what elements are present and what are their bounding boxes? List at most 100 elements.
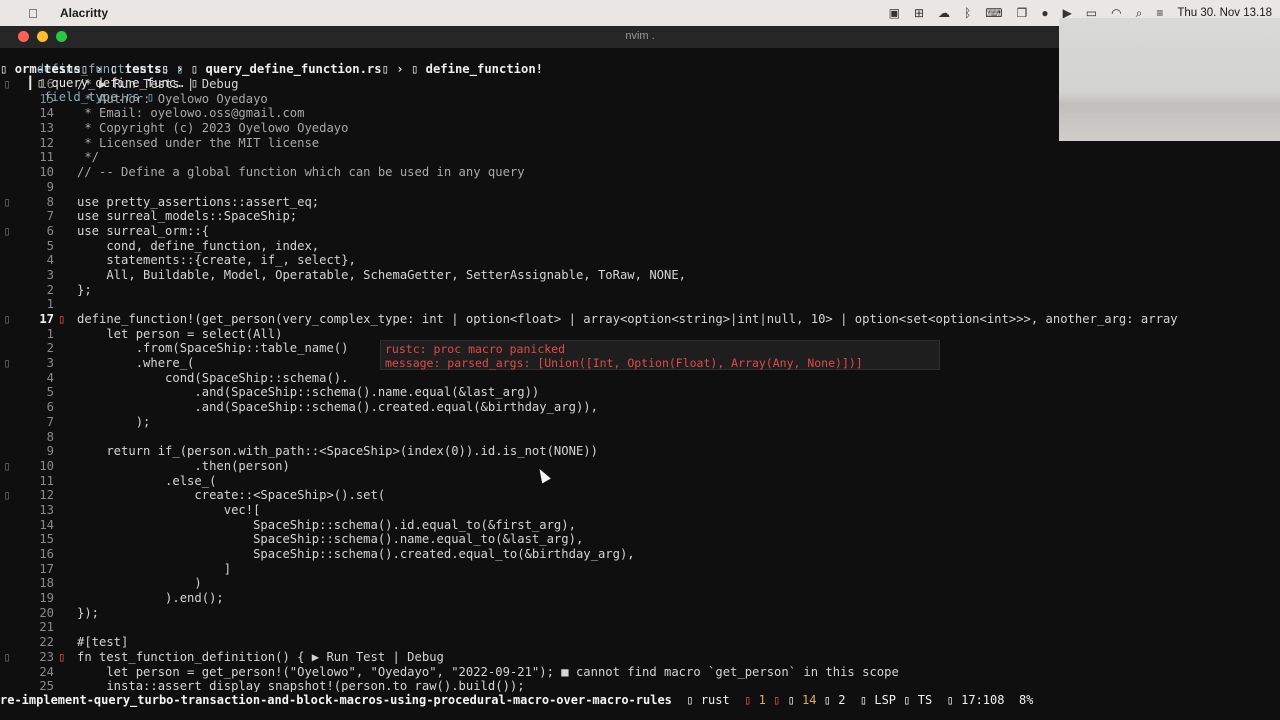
code-line[interactable]: 20}); <box>0 606 1280 621</box>
code-text[interactable]: * Licensed under the MIT license <box>77 136 319 151</box>
code-line[interactable]: 5 .and(SpaceShip::schema().name.equal(&l… <box>0 385 1280 400</box>
code-line[interactable]: ▯ 10 .then(person) <box>0 459 1280 474</box>
code-line[interactable]: ▯ 12 create::<SpaceShip>().set( <box>0 488 1280 503</box>
ts-indicator: TS <box>917 693 933 707</box>
code-text[interactable]: #[test] <box>77 635 128 650</box>
user-icon[interactable]: ● <box>1041 6 1048 20</box>
code-line[interactable]: 2}; <box>0 283 1280 298</box>
fold-marker-icon[interactable]: ▯ <box>0 459 14 474</box>
code-text[interactable]: define_function!(get_person(very_complex… <box>77 312 1178 327</box>
breadcrumb-item[interactable]: tests <box>125 62 162 76</box>
code-text[interactable]: ); <box>77 415 151 430</box>
code-text[interactable]: // -- Define a global function which can… <box>77 165 525 180</box>
code-text[interactable]: ).end(); <box>77 591 224 606</box>
window-icon[interactable]: ❐ <box>1017 6 1028 20</box>
fold-marker-icon[interactable]: ▯ <box>0 356 14 371</box>
code-text[interactable]: .else_( <box>77 474 216 489</box>
code-line[interactable]: 1 <box>0 297 1280 312</box>
code-text[interactable]: /* ▶ Run Tests | Debug <box>77 77 238 92</box>
fold-marker-icon[interactable]: ▯ <box>0 224 14 239</box>
code-text[interactable]: let person = get_person!("Oyelowo", "Oye… <box>77 665 898 680</box>
buffer-tabline: ​ define_function.rs ▯ ▎▯ query_define_f… <box>0 48 1060 104</box>
code-line[interactable]: 13 vec![ <box>0 503 1280 518</box>
fold-marker-icon[interactable]: ▯ <box>0 488 14 503</box>
code-line[interactable]: 6 .and(SpaceShip::schema().created.equal… <box>0 400 1280 415</box>
code-line[interactable]: 14 SpaceShip::schema().id.equal_to(&firs… <box>0 518 1280 533</box>
fold-marker-icon[interactable]: ▯ <box>0 77 14 92</box>
code-text[interactable]: statements::{create, if_, select}, <box>77 253 355 268</box>
code-text[interactable]: ) <box>77 576 201 591</box>
gamepad-icon[interactable]: ⊞ <box>914 6 924 20</box>
screen-icon[interactable]: ▣ <box>889 6 900 20</box>
code-line[interactable]: ▯ 23 ▯ fn test_function_definition() { ▶ Ru… <box>0 650 1280 665</box>
code-text[interactable]: .then(person) <box>77 459 289 474</box>
error-sign-icon: ▯ <box>58 649 66 664</box>
code-line[interactable]: 7 ); <box>0 415 1280 430</box>
code-text[interactable]: ] <box>77 562 231 577</box>
code-text[interactable]: */ <box>77 150 99 165</box>
fold-marker-icon[interactable]: ▯ <box>0 312 14 327</box>
breadcrumb-item[interactable]: query_define_function.rs <box>205 62 381 76</box>
code-line[interactable]: 4 cond(SpaceShip::schema(). <box>0 371 1280 386</box>
code-text[interactable]: fn test_function_definition() { ▶ Run Te… <box>77 650 444 665</box>
code-line[interactable]: 11 .else_( <box>0 474 1280 489</box>
code-line[interactable]: 18 ) <box>0 576 1280 591</box>
code-line[interactable]: 24 let person = get_person!("Oyelowo", "… <box>0 665 1280 680</box>
code-line[interactable]: ▯ 6 use surreal_orm::{ <box>0 224 1280 239</box>
code-line[interactable]: 9 return if_(person.with_path::<SpaceShi… <box>0 444 1280 459</box>
code-text[interactable]: .and(SpaceShip::schema().name.equal(&las… <box>77 385 539 400</box>
filetype: rust <box>700 693 730 707</box>
code-text[interactable]: create::<SpaceShip>().set( <box>77 488 385 503</box>
code-text[interactable]: All, Buildable, Model, Operatable, Schem… <box>77 268 686 283</box>
code-text[interactable]: * Email: oyelowo.oss@gmail.com <box>77 106 304 121</box>
code-text[interactable]: cond, define_function, index, <box>77 239 319 254</box>
code-text[interactable]: .from(SpaceShip::table_name() <box>77 341 349 356</box>
code-text[interactable]: SpaceShip::schema().created.equal_to(&bi… <box>77 547 635 562</box>
code-text[interactable]: cond(SpaceShip::schema(). <box>77 371 348 386</box>
code-text[interactable]: use surreal_orm::{ <box>77 224 209 239</box>
code-text[interactable]: }; <box>77 283 92 298</box>
app-name-menu[interactable]: Alacritty <box>60 6 108 20</box>
code-text[interactable]: use surreal_models::SpaceShip; <box>77 209 297 224</box>
code-text[interactable]: .where_( <box>77 356 195 371</box>
code-line[interactable]: 21 <box>0 620 1280 635</box>
code-line[interactable]: 17 ] <box>0 562 1280 577</box>
code-text[interactable]: vec![ <box>77 503 261 518</box>
line-number: 1 <box>46 297 54 312</box>
code-line[interactable]: 15 SpaceShip::schema().name.equal_to(&la… <box>0 532 1280 547</box>
line-number: 14 <box>39 517 54 532</box>
code-line[interactable]: ▯ 8 use pretty_assertions::assert_eq; <box>0 195 1280 210</box>
code-line[interactable]: 8 <box>0 430 1280 445</box>
code-text[interactable]: use pretty_assertions::assert_eq; <box>77 195 319 210</box>
code-line[interactable]: 9 <box>0 180 1280 195</box>
code-lines[interactable]: ▯ 16/* ▶ Run Tests | Debug 15 * Author: Oy… <box>0 77 1280 694</box>
code-line[interactable]: 19 ).end(); <box>0 591 1280 606</box>
code-line[interactable]: ▯ 17 ▯ define_function!(get_person(very_com… <box>0 312 1280 327</box>
apple-icon[interactable]:  <box>28 6 48 21</box>
code-line[interactable]: 3 All, Buildable, Model, Operatable, Sch… <box>0 268 1280 283</box>
code-text[interactable]: return if_(person.with_path::<SpaceShip>… <box>77 444 598 459</box>
code-text[interactable]: }); <box>77 606 99 621</box>
code-text[interactable]: .and(SpaceShip::schema().created.equal(&… <box>77 400 598 415</box>
breadcrumb-item[interactable]: define_function! <box>426 62 543 76</box>
code-line[interactable]: 4 statements::{create, if_, select}, <box>0 253 1280 268</box>
cloud-icon[interactable]: ☁ <box>938 6 950 20</box>
fold-marker-icon[interactable]: ▯ <box>0 195 14 210</box>
code-line[interactable]: 5 cond, define_function, index, <box>0 239 1280 254</box>
code-line[interactable]: 22 #[test] <box>0 635 1280 650</box>
code-line[interactable]: 16 SpaceShip::schema().created.equal_to(… <box>0 547 1280 562</box>
breadcrumb-item[interactable]: orm-tests <box>15 62 81 76</box>
fold-marker-icon[interactable]: ▯ <box>0 650 14 665</box>
code-text[interactable]: * Author: Oyelowo Oyedayo <box>77 92 267 107</box>
keyboard-icon[interactable]: ⌨ <box>985 6 1002 20</box>
bluetooth-icon[interactable]: ᛒ <box>964 6 971 20</box>
nvim-editor[interactable]: ​ define_function.rs ▯ ▎▯ query_define_f… <box>0 48 1280 720</box>
hint-count: 2 <box>838 693 846 707</box>
code-text[interactable]: * Copyright (c) 2023 Oyelowo Oyedayo <box>77 121 348 136</box>
code-text[interactable]: SpaceShip::schema().name.equal_to(&last_… <box>77 532 583 547</box>
code-text[interactable]: let person = select(All) <box>77 327 282 342</box>
code-line[interactable]: 7 use surreal_models::SpaceShip; <box>0 209 1280 224</box>
code-line[interactable]: 11 */ <box>0 150 1280 165</box>
code-text[interactable]: SpaceShip::schema().id.equal_to(&first_a… <box>77 518 576 533</box>
code-line[interactable]: 10 // -- Define a global function which c… <box>0 165 1280 180</box>
